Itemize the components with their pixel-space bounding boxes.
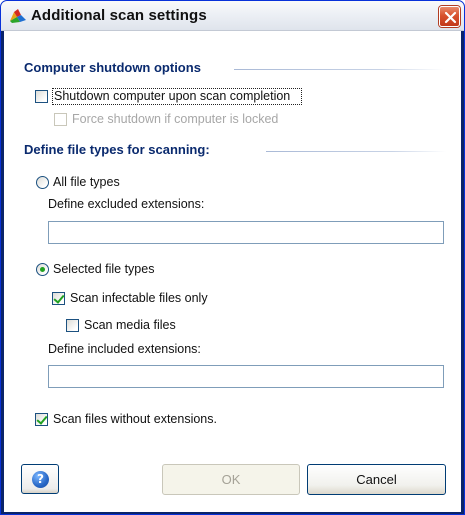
shutdown-on-completion-label[interactable]: Shutdown computer upon scan completion <box>54 89 300 103</box>
window-title: Additional scan settings <box>31 7 207 24</box>
cancel-button[interactable]: Cancel <box>307 464 446 495</box>
window-frame-right <box>461 31 464 514</box>
filetypes-section-divider <box>266 151 446 152</box>
scan-infectable-only-checkbox[interactable] <box>52 292 65 305</box>
help-icon: ? <box>32 471 49 488</box>
shutdown-section-divider <box>234 69 444 70</box>
excluded-extensions-input[interactable] <box>48 221 444 244</box>
close-button[interactable] <box>439 6 460 27</box>
selected-file-types-radio[interactable] <box>36 263 49 276</box>
shutdown-on-completion-checkbox[interactable] <box>35 90 48 103</box>
scan-without-extensions-checkbox[interactable] <box>35 413 48 426</box>
filetypes-section-title: Define file types for scanning: <box>24 142 210 157</box>
window-frame-left <box>1 31 4 514</box>
selected-file-types-label[interactable]: Selected file types <box>53 262 154 276</box>
ok-button[interactable]: OK <box>162 464 300 495</box>
title-bar[interactable]: Additional scan settings <box>1 1 464 31</box>
scan-media-files-label[interactable]: Scan media files <box>84 318 176 332</box>
avg-logo-icon <box>9 8 27 24</box>
dialog-body: Computer shutdown options Shutdown compu… <box>4 31 461 512</box>
close-icon <box>444 11 457 24</box>
scan-media-files-checkbox[interactable] <box>66 319 79 332</box>
excluded-extensions-label: Define excluded extensions: <box>48 197 205 211</box>
shutdown-section-title: Computer shutdown options <box>24 60 201 75</box>
all-file-types-label[interactable]: All file types <box>53 175 120 189</box>
force-shutdown-locked-checkbox[interactable] <box>54 113 67 126</box>
scan-without-extensions-label[interactable]: Scan files without extensions. <box>53 412 217 426</box>
included-extensions-input[interactable] <box>48 365 444 388</box>
all-file-types-radio[interactable] <box>36 176 49 189</box>
force-shutdown-locked-label[interactable]: Force shutdown if computer is locked <box>72 112 278 126</box>
included-extensions-label: Define included extensions: <box>48 342 201 356</box>
scan-infectable-only-label[interactable]: Scan infectable files only <box>70 291 208 305</box>
dialog-window: Additional scan settings Computer shutdo… <box>0 0 465 515</box>
help-button[interactable]: ? <box>21 464 59 494</box>
